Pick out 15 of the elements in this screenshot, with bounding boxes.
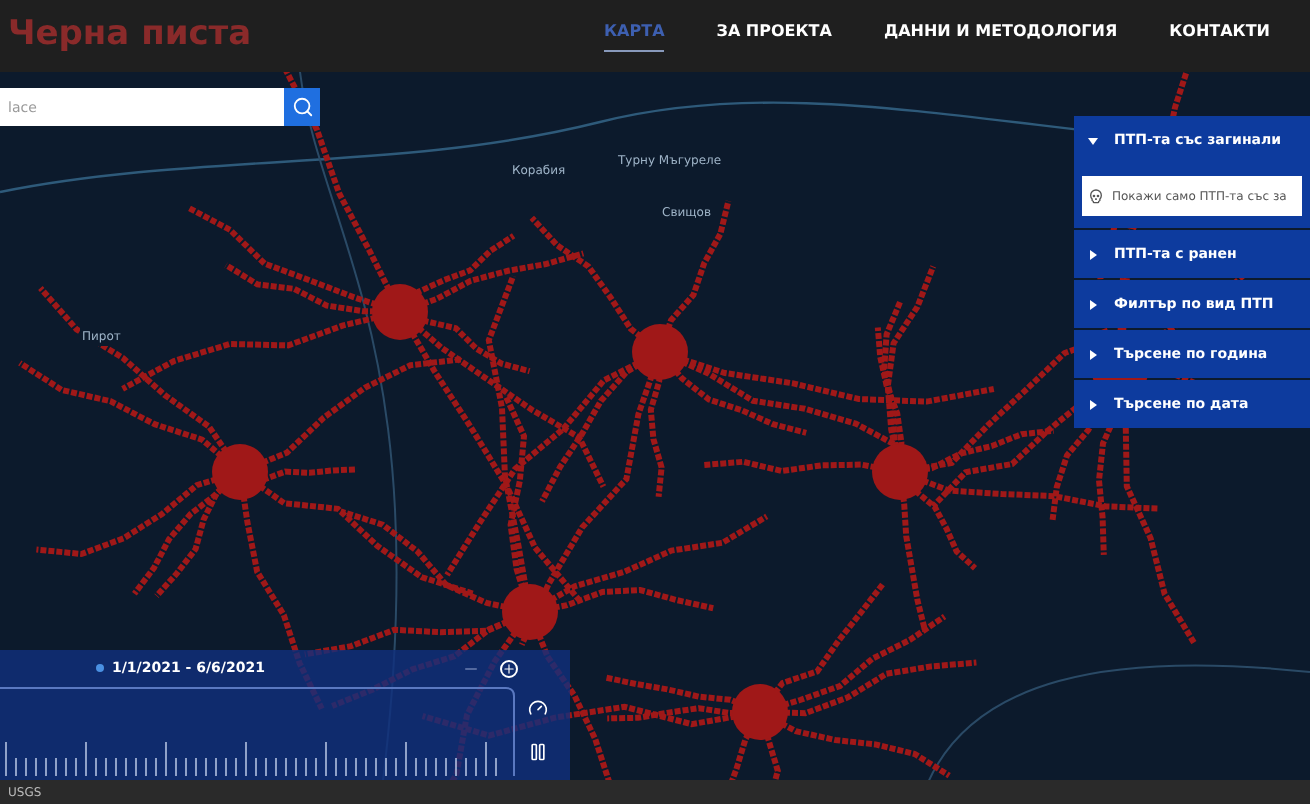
zoom-in-icon[interactable] [500,659,518,677]
speed-icon[interactable] [528,698,548,718]
search-icon [291,96,313,118]
site-logo: Черна писта [8,12,252,59]
nav-link[interactable]: ЗА ПРОЕКТА [716,20,832,52]
skull-icon [1088,188,1104,204]
nav-link[interactable]: ДАННИ И МЕТОДОЛОГИЯ [883,20,1118,52]
caret-right-icon [1088,349,1098,359]
caret-right-icon [1088,249,1098,259]
nav-link[interactable]: КОНТАКТИ [1169,20,1270,52]
search-button[interactable] [284,88,320,126]
caret-right-icon [1088,299,1098,309]
caret-right-icon [1088,399,1098,409]
caret-down-icon [1088,135,1098,145]
pause-icon[interactable] [528,742,548,762]
